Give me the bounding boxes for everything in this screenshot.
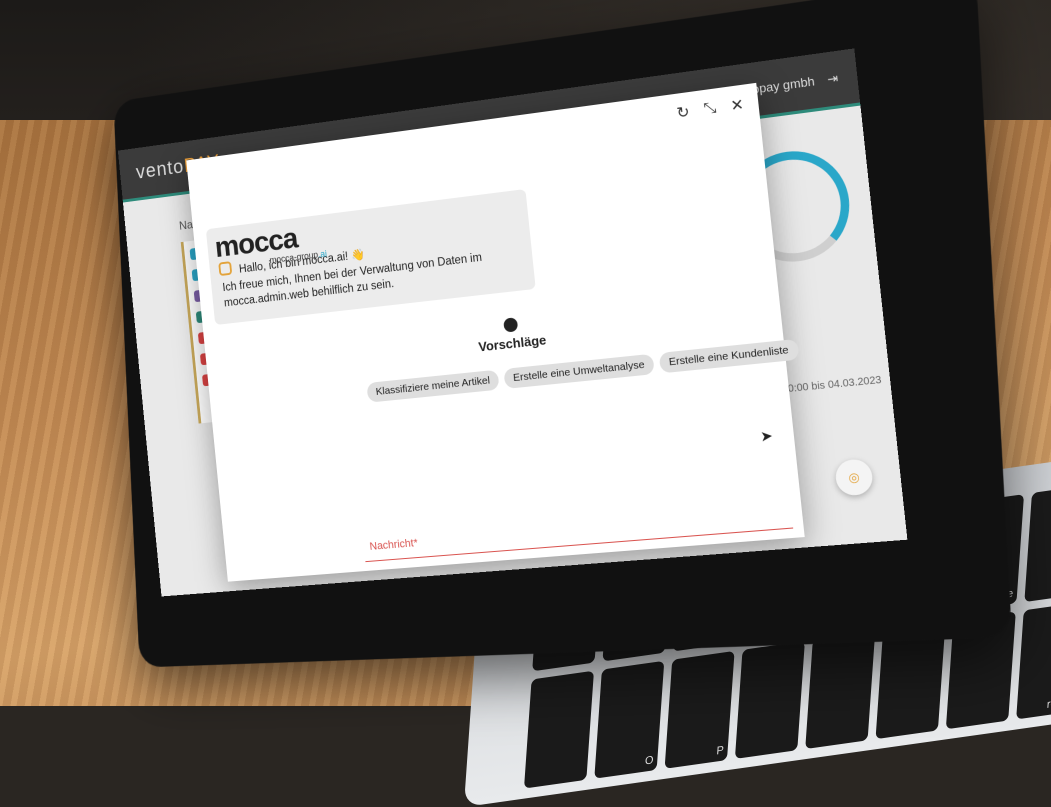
collapse-icon[interactable]: ⤡ — [703, 99, 717, 119]
suggestion-chips: Klassifiziere meine Artikel Erstelle ein… — [366, 338, 800, 403]
key — [734, 641, 805, 759]
chat-fab-icon[interactable]: ◎ — [834, 458, 875, 497]
date-range: 0:00 bis 04.03.2023 — [787, 374, 883, 396]
message-input[interactable]: ➤ Nachricht* — [354, 413, 794, 563]
suggestions-header: Vorschläge — [476, 314, 547, 354]
modal-toolbar: ↻ ⤡ ✕ — [676, 95, 745, 122]
mocca-avatar-icon — [218, 261, 233, 277]
key-p: P — [664, 650, 735, 769]
key — [1024, 484, 1051, 603]
send-icon[interactable]: ➤ — [760, 427, 774, 446]
suggestion-chip[interactable]: Klassifiziere meine Artikel — [366, 369, 500, 403]
key-return: return — [1016, 601, 1051, 720]
suggestions-title: Vorschläge — [477, 332, 547, 355]
suggestion-chip[interactable]: Erstelle eine Umweltanalyse — [503, 353, 655, 389]
chat-modal: ↻ ⤡ ✕ mocca mocca-group.ai Hallo, ich bi… — [186, 82, 805, 582]
key — [805, 631, 876, 750]
suggestion-chip[interactable]: Erstelle eine Kundenliste — [658, 338, 800, 374]
key-o: O — [594, 660, 665, 779]
compass-icon — [502, 317, 518, 333]
close-icon[interactable]: ✕ — [730, 95, 745, 115]
assistant-message: mocca mocca-group.ai Hallo, ich bin mocc… — [205, 189, 536, 326]
reload-icon[interactable]: ↻ — [676, 102, 691, 122]
message-placeholder: Nachricht* — [369, 537, 419, 553]
key — [523, 670, 594, 789]
logout-icon[interactable]: ⇥ — [827, 71, 839, 87]
